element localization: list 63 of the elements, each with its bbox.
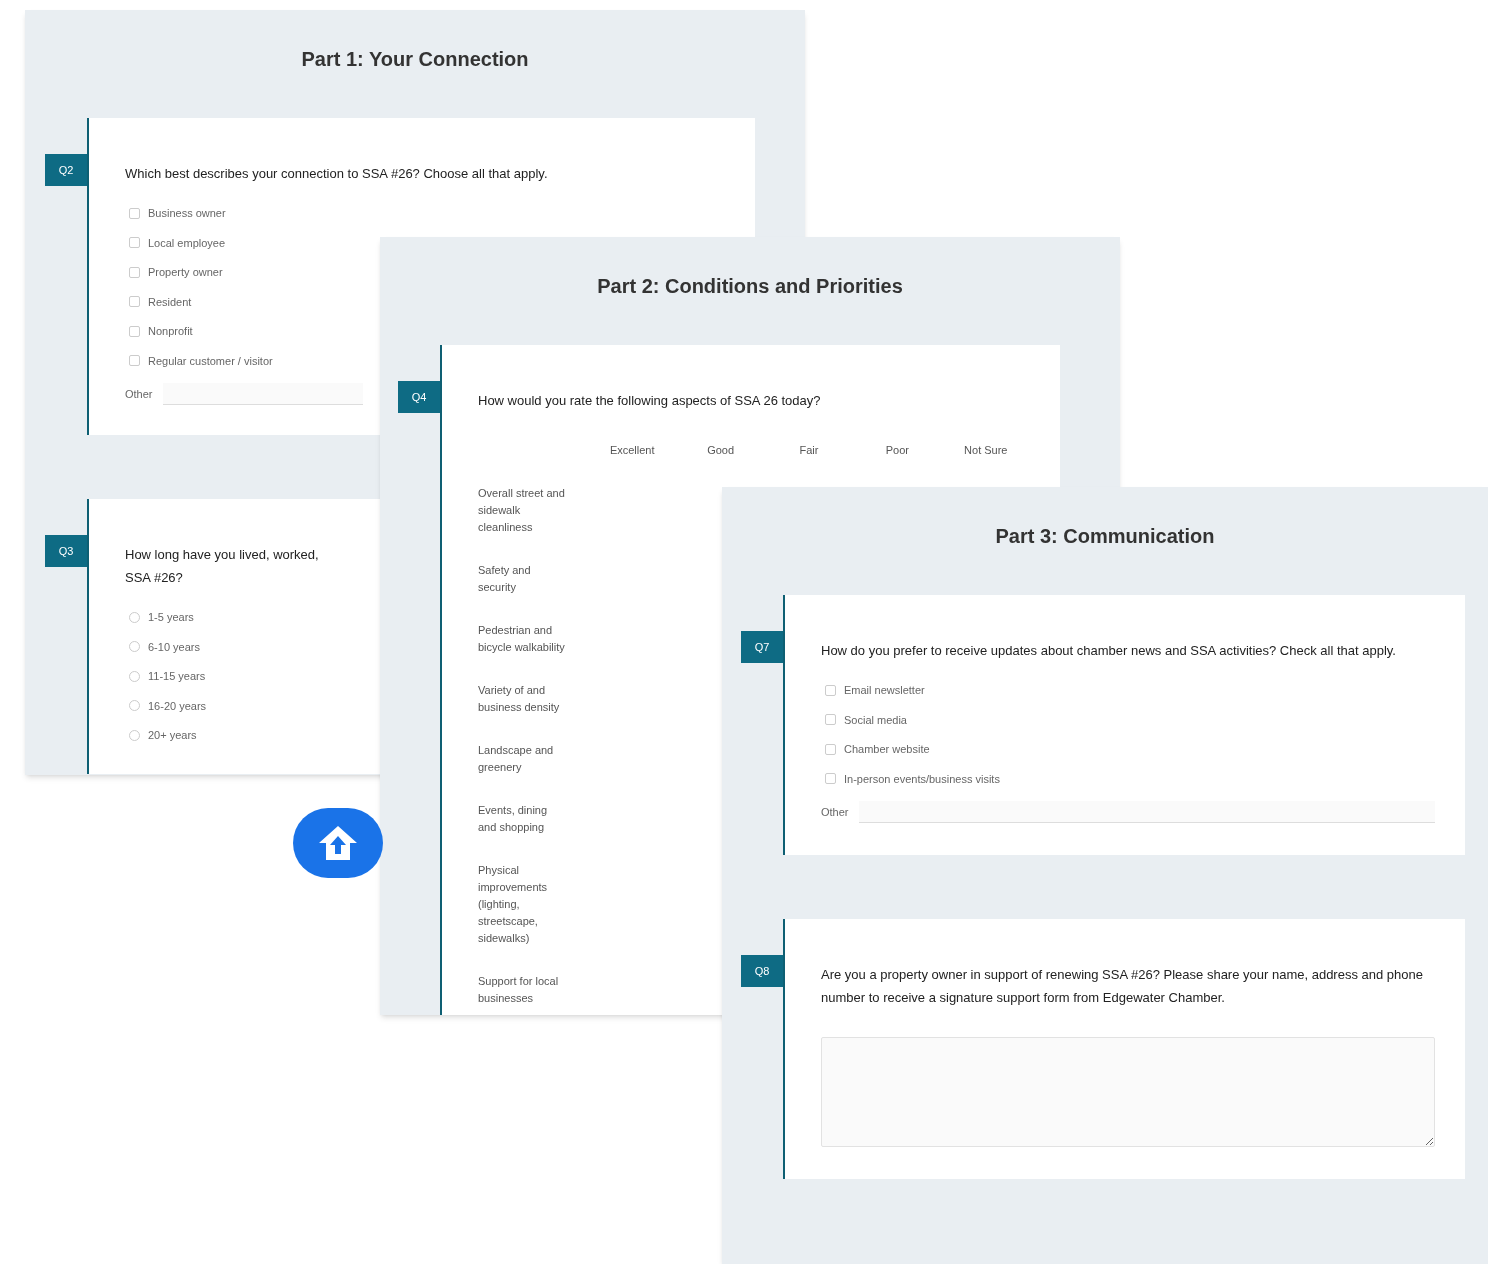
section-title: Part 2: Conditions and Priorities xyxy=(597,274,903,299)
question-number-badge: Q2 xyxy=(45,154,87,186)
row-label: Overall street and sidewalk cleanliness xyxy=(478,485,566,535)
option-label: Chamber website xyxy=(844,742,930,757)
option-label: In-person events/business visits xyxy=(844,771,1000,787)
option-label: Resident xyxy=(148,294,192,310)
column-header: Fair xyxy=(798,443,820,458)
column-header: Poor xyxy=(884,443,910,458)
option-label: 6-10 years xyxy=(148,639,200,655)
radio-button[interactable] xyxy=(129,700,140,712)
section-title: Part 3: Communication xyxy=(995,524,1215,549)
option-label: Business owner xyxy=(148,206,226,221)
question-text: SSA #26? xyxy=(125,569,183,587)
option-label: Nonprofit xyxy=(148,324,193,339)
column-header: Good xyxy=(706,443,736,458)
question-number-badge: Q3 xyxy=(45,535,87,567)
option-label: Social media xyxy=(844,712,907,728)
radio-button[interactable] xyxy=(129,641,140,653)
question-number-badge: Q8 xyxy=(741,955,783,987)
question-text: How long have you lived, worked, xyxy=(125,546,319,564)
other-input-field[interactable] xyxy=(162,383,363,405)
row-label: Physical improvements (lighting, streetscape, sidewalks) xyxy=(478,862,549,946)
radio-button[interactable] xyxy=(129,729,140,741)
checkbox[interactable] xyxy=(825,743,836,755)
checkbox[interactable] xyxy=(825,684,836,696)
checkbox[interactable] xyxy=(129,237,140,249)
checkbox[interactable] xyxy=(129,355,140,367)
option-label: 16-20 years xyxy=(148,698,207,714)
row-label: Support for local businesses xyxy=(478,973,560,1006)
question-text: Are you a property owner in support of renewing SSA #26? Please share your name, address and phone number to receive a signature support form from Edgewater Chamber. xyxy=(821,966,1424,1007)
column-header: Excellent xyxy=(608,443,656,458)
question-number-badge: Q4 xyxy=(398,381,440,413)
question-number-badge: Q7 xyxy=(741,631,783,663)
answer-text-area[interactable] xyxy=(821,1037,1435,1147)
row-label: Safety and security xyxy=(478,562,532,595)
option-label: 1-5 years xyxy=(148,610,194,625)
row-label: Variety of and business density xyxy=(478,682,561,715)
row-label: Events, dining and shopping xyxy=(478,802,549,835)
option-label: Local employee xyxy=(148,235,226,251)
option-label: 20+ years xyxy=(148,728,197,743)
question-text: Which best describes your connection to SSA #26? Choose all that apply. xyxy=(125,165,548,183)
checkbox[interactable] xyxy=(825,773,836,785)
row-label: Pedestrian and bicycle walkability xyxy=(478,622,566,655)
home-button[interactable] xyxy=(293,808,383,878)
checkbox[interactable] xyxy=(129,296,140,308)
checkbox[interactable] xyxy=(129,207,140,219)
option-label: Email newsletter xyxy=(844,683,925,698)
radio-button[interactable] xyxy=(129,670,140,682)
question-text: How would you rate the following aspects of SSA 26 today? xyxy=(478,392,821,410)
other-label: Other xyxy=(125,386,153,402)
checkbox[interactable] xyxy=(825,714,836,726)
section-title: Part 1: Your Connection xyxy=(301,47,529,72)
row-label: Landscape and greenery xyxy=(478,742,555,775)
checkbox[interactable] xyxy=(129,266,140,278)
question-text: How do you prefer to receive updates about chamber news and SSA activities? Check all that apply. xyxy=(821,642,1396,660)
column-header: Not Sure xyxy=(963,443,1009,458)
other-label: Other xyxy=(821,804,849,820)
option-label: Regular customer / visitor xyxy=(148,353,273,369)
other-input-field[interactable] xyxy=(858,801,1435,823)
radio-button[interactable] xyxy=(129,611,140,623)
option-label: 11-15 years xyxy=(148,669,206,684)
checkbox[interactable] xyxy=(129,325,140,337)
option-label: Property owner xyxy=(148,265,223,280)
